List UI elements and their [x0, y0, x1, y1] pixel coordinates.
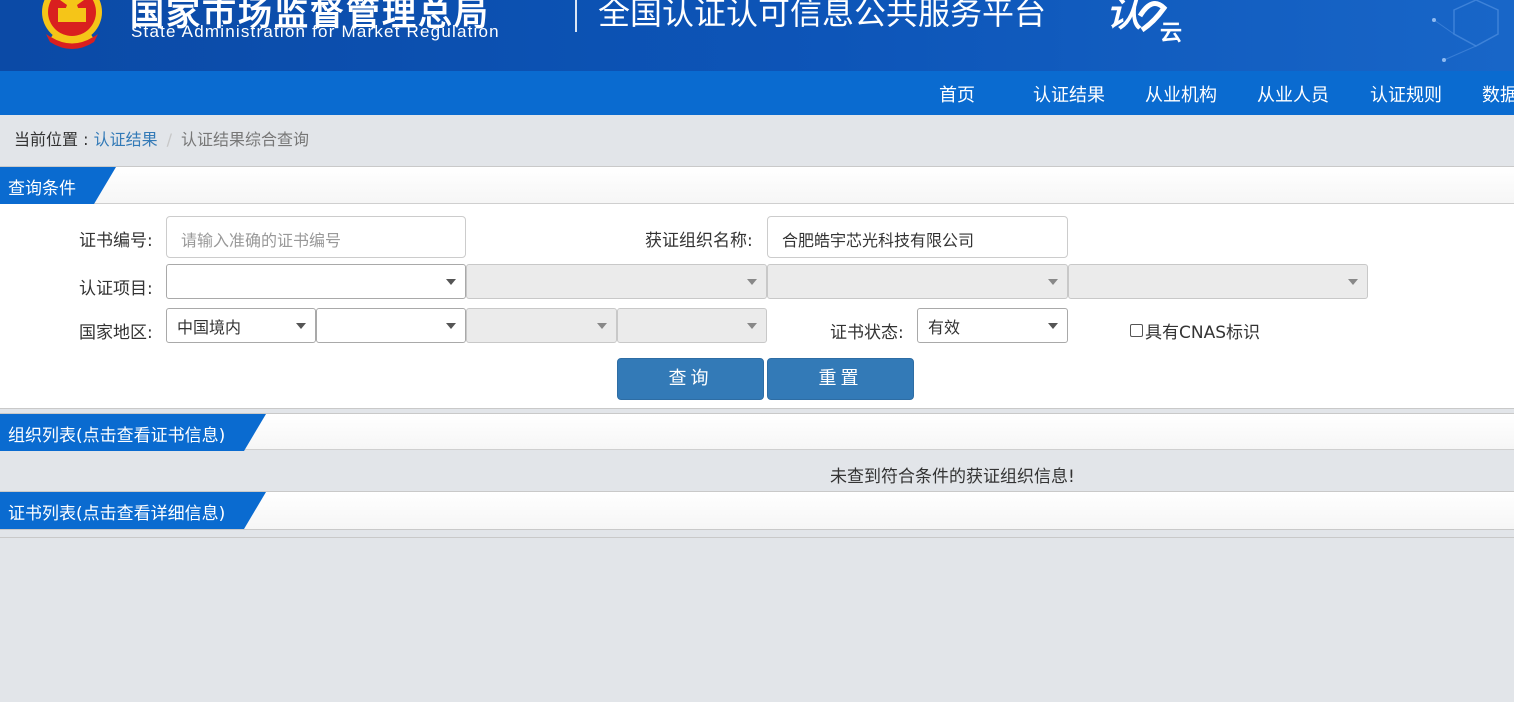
chevron-down-icon: [446, 323, 456, 329]
status-label: 证书状态:: [830, 323, 904, 343]
status-select[interactable]: 有效: [917, 308, 1068, 343]
org-list-empty-row: 未查到符合条件的获证组织信息!: [0, 456, 1514, 492]
org-name-label: 获证组织名称:: [645, 231, 753, 251]
breadcrumb-link-cert-results[interactable]: 认证结果: [94, 130, 158, 149]
cert-no-input[interactable]: 请输入准确的证书编号: [166, 216, 466, 258]
cnas-checkbox[interactable]: [1130, 324, 1143, 337]
org-name-input[interactable]: 合肥皓宇芯光科技有限公司: [767, 216, 1068, 258]
query-section-header: 查询条件: [0, 167, 1514, 204]
chevron-down-icon: [597, 323, 607, 329]
chevron-down-icon: [1348, 279, 1358, 285]
cert-no-label: 证书编号:: [79, 231, 153, 251]
region-select-value: 中国境内: [177, 318, 242, 337]
chevron-down-icon: [296, 323, 306, 329]
nav-item-data[interactable]: 数据: [1482, 81, 1514, 107]
project-label: 认证项目:: [79, 279, 153, 299]
national-emblem-icon: [42, 0, 102, 49]
breadcrumb-prefix: 当前位置 :: [14, 130, 94, 149]
region-label: 国家地区:: [79, 323, 153, 343]
org-list-section-title: 组织列表(点击查看证书信息): [0, 414, 266, 451]
cnas-checkbox-wrap[interactable]: 具有CNAS标识: [1130, 318, 1260, 343]
org-list-section-header: 组织列表(点击查看证书信息): [0, 413, 1514, 450]
svg-text:认: 认: [1106, 0, 1142, 35]
project-select-4[interactable]: [1068, 264, 1368, 299]
project-select-2[interactable]: [466, 264, 767, 299]
region-select-country[interactable]: 中国境内: [166, 308, 316, 343]
region-select-city[interactable]: [466, 308, 617, 343]
breadcrumb-current: 认证结果综合查询: [180, 130, 309, 149]
cert-list-section-header: 证书列表(点击查看详细信息): [0, 492, 1514, 530]
renzheng-cloud-logo-icon: 认 云: [1106, 0, 1182, 44]
hexagon-decoration-icon: [1432, 0, 1499, 62]
nav-item-cert-rules[interactable]: 认证规则: [1370, 81, 1442, 107]
header-banner: 国家市场监督管理总局 State Administration for Mark…: [0, 0, 1514, 71]
nav-item-personnel[interactable]: 从业人员: [1257, 81, 1329, 107]
status-select-value: 有效: [928, 318, 961, 337]
cnas-checkbox-label: 具有CNAS标识: [1145, 323, 1261, 343]
region-select-district[interactable]: [617, 308, 767, 343]
region-select-province[interactable]: [316, 308, 466, 343]
search-button[interactable]: 查询: [617, 358, 764, 400]
project-select-1[interactable]: [166, 264, 466, 299]
chevron-down-icon: [1048, 279, 1058, 285]
reset-button[interactable]: 重置: [767, 358, 914, 400]
platform-title: 全国认证认可信息公共服务平台: [598, 0, 1047, 32]
nav-item-institutions[interactable]: 从业机构: [1145, 81, 1217, 107]
cert-list-bottom-line: [0, 537, 1514, 538]
nav-item-cert-results[interactable]: 认证结果: [1033, 81, 1105, 107]
svg-text:云: 云: [1160, 21, 1182, 44]
chevron-down-icon: [747, 279, 757, 285]
nav-item-home[interactable]: 首页: [939, 81, 975, 107]
main-nav: 首页 认证结果 从业机构 从业人员 认证规则 数据: [0, 71, 1514, 115]
breadcrumb: 当前位置 : 认证结果 / 认证结果综合查询: [14, 126, 309, 150]
chevron-down-icon: [1048, 323, 1058, 329]
cert-list-section-title: 证书列表(点击查看详细信息): [0, 492, 266, 529]
header-divider: [575, 0, 577, 32]
query-section-title: 查询条件: [0, 167, 116, 204]
agency-name-en: State Administration for Market Regulati…: [131, 22, 500, 41]
breadcrumb-separator: /: [166, 130, 172, 149]
chevron-down-icon: [747, 323, 757, 329]
chevron-down-icon: [446, 279, 456, 285]
project-select-3[interactable]: [767, 264, 1068, 299]
org-list-empty-message: 未查到符合条件的获证组织信息!: [830, 467, 1075, 487]
